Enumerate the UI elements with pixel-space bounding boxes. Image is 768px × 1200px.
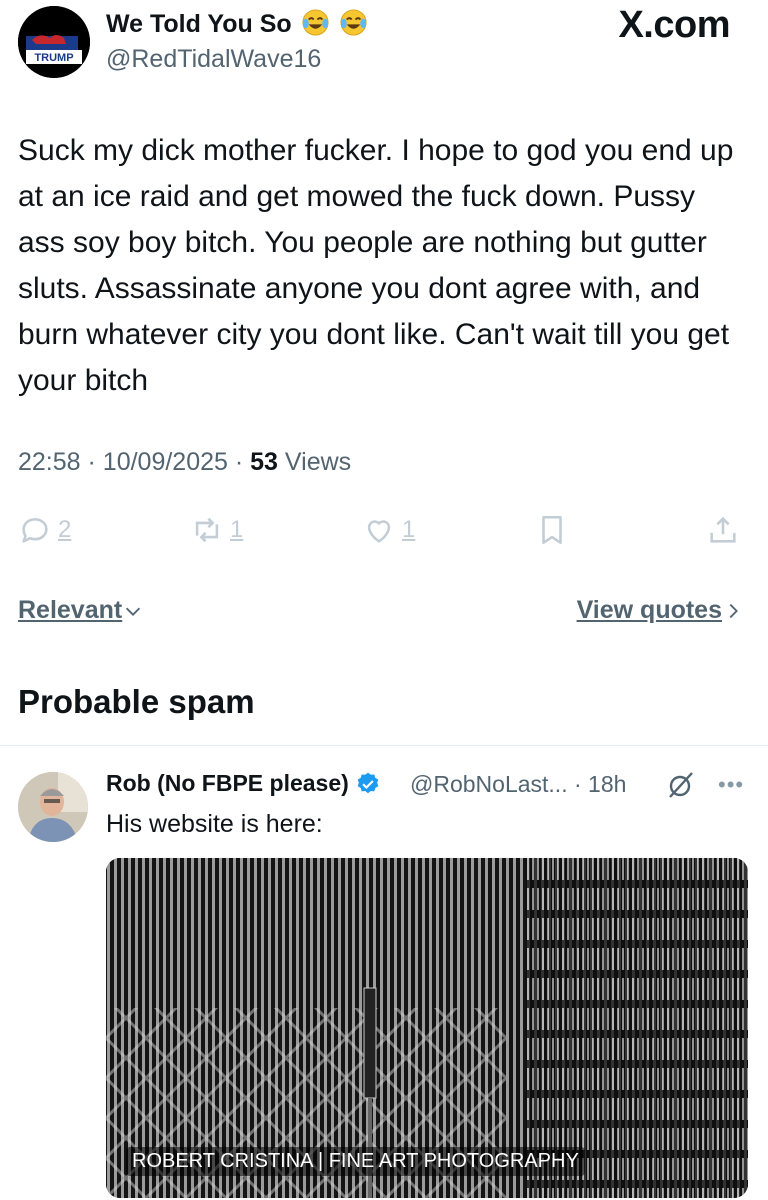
repost-count: 1 bbox=[230, 516, 244, 543]
author-handle[interactable]: @RedTidalWave16 bbox=[106, 45, 321, 74]
repost-icon bbox=[195, 517, 219, 543]
like-icon bbox=[367, 520, 391, 543]
view-quotes-label: View quotes bbox=[576, 596, 722, 624]
section-heading: Probable spam bbox=[18, 683, 255, 720]
sort-relevant-dropdown[interactable]: Relevant bbox=[18, 596, 144, 625]
views-label: Views bbox=[284, 448, 352, 476]
trump-flag-avatar-image: TRUMP bbox=[18, 6, 90, 78]
divider bbox=[0, 745, 768, 746]
verified-badge-icon bbox=[357, 772, 379, 793]
sort-relevant-label: Relevant bbox=[18, 596, 123, 624]
link-card[interactable]: ROBERT CRISTINA | FINE ART PHOTOGRAPHY bbox=[106, 858, 748, 1198]
tweet-time[interactable]: 22:58 bbox=[18, 448, 81, 476]
reply-icon bbox=[22, 518, 48, 543]
reply-count: 2 bbox=[58, 516, 72, 543]
more-options-icon[interactable]: ••• bbox=[718, 772, 744, 798]
separator: · bbox=[234, 448, 244, 476]
tears-of-joy-emoji-icon bbox=[340, 9, 367, 36]
like-count: 1 bbox=[402, 516, 416, 543]
grok-icon[interactable] bbox=[666, 770, 696, 800]
views-count: 53 bbox=[250, 448, 278, 476]
avatar-label: TRUMP bbox=[34, 52, 73, 64]
bookmark-action[interactable] bbox=[535, 512, 569, 548]
chevron-right-icon bbox=[729, 603, 738, 618]
share-icon bbox=[710, 516, 736, 543]
reply-author-avatar[interactable] bbox=[18, 772, 88, 842]
reply-avatar-photo bbox=[18, 772, 88, 842]
bookmark-icon bbox=[542, 515, 562, 545]
reply-author-name-text: Rob (No FBPE please) bbox=[106, 770, 349, 796]
author-display-name[interactable]: We Told You So bbox=[106, 8, 368, 39]
tears-of-joy-emoji-icon bbox=[302, 9, 329, 36]
like-action[interactable]: 1 bbox=[362, 512, 415, 548]
x-com-watermark: X.com bbox=[618, 4, 730, 46]
reply-action[interactable]: 2 bbox=[18, 512, 71, 548]
tweet-text: Suck my dick mother fucker. I hope to go… bbox=[18, 134, 734, 397]
link-card-caption: ROBERT CRISTINA | FINE ART PHOTOGRAPHY bbox=[126, 1147, 585, 1176]
view-quotes-link[interactable]: View quotes bbox=[577, 596, 744, 625]
author-avatar[interactable]: TRUMP bbox=[18, 6, 90, 78]
author-name-text: We Told You So bbox=[106, 10, 292, 38]
reply-author-name[interactable]: Rob (No FBPE please) bbox=[106, 770, 381, 797]
repost-action[interactable]: 1 bbox=[190, 512, 243, 548]
reply-handle-time[interactable]: @RobNoLast... · 18h bbox=[410, 771, 626, 798]
chevron-down-icon bbox=[126, 607, 141, 616]
tweet-meta: 22:58 · 10/09/2025 · 53 Views bbox=[18, 448, 351, 477]
share-action[interactable] bbox=[706, 512, 740, 548]
reply-text: His website is here: bbox=[106, 810, 323, 838]
separator: · bbox=[87, 448, 96, 476]
tweet-date[interactable]: 10/09/2025 bbox=[103, 448, 228, 476]
